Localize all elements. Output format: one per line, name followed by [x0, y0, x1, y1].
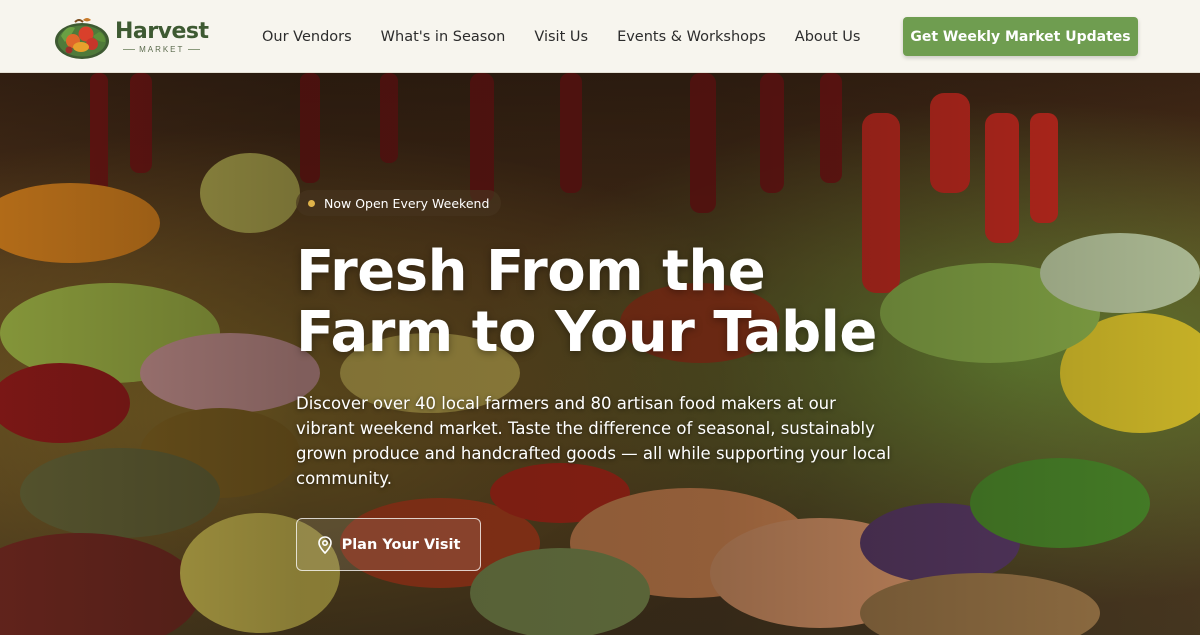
hero-title-line-2: Farm to Your Table — [296, 300, 877, 365]
badge-label: Now Open Every Weekend — [324, 195, 490, 211]
hero-description: Discover over 40 local farmers and 80 ar… — [296, 394, 891, 488]
brand-subtitle: MARKET — [123, 45, 200, 54]
nav-item-our-vendors[interactable]: Our Vendors — [262, 29, 352, 45]
hero-title: Fresh From the Farm to Your Table — [296, 241, 936, 363]
badge-dot-icon — [308, 199, 315, 207]
hero-section: Now Open Every Weekend Fresh From the Fa… — [0, 73, 1200, 635]
site-header: Harvest MARKET Our Vendors What's in Sea… — [0, 0, 1200, 73]
brand-name: Harvest — [115, 19, 209, 44]
nav-item-events-workshops[interactable]: Events & Workshops — [617, 29, 766, 45]
logo-wordmark: Harvest MARKET — [115, 19, 209, 55]
nav-item-whats-in-season[interactable]: What's in Season — [381, 29, 506, 45]
plan-visit-button[interactable]: Plan Your Visit — [296, 518, 481, 571]
hero-title-line-1: Fresh From the — [296, 239, 766, 304]
main-nav: Our Vendors What's in Season Visit Us Ev… — [262, 0, 860, 73]
map-pin-icon — [317, 535, 332, 554]
nav-item-about-us[interactable]: About Us — [795, 29, 861, 45]
weekly-updates-button[interactable]: Get Weekly Market Updates — [903, 17, 1138, 56]
plan-visit-label: Plan Your Visit — [341, 536, 461, 553]
produce-basket-logo-icon — [55, 18, 109, 59]
status-badge: Now Open Every Weekend — [296, 190, 502, 216]
brand-logo[interactable]: Harvest MARKET — [53, 14, 209, 60]
nav-item-visit-us[interactable]: Visit Us — [534, 29, 588, 45]
